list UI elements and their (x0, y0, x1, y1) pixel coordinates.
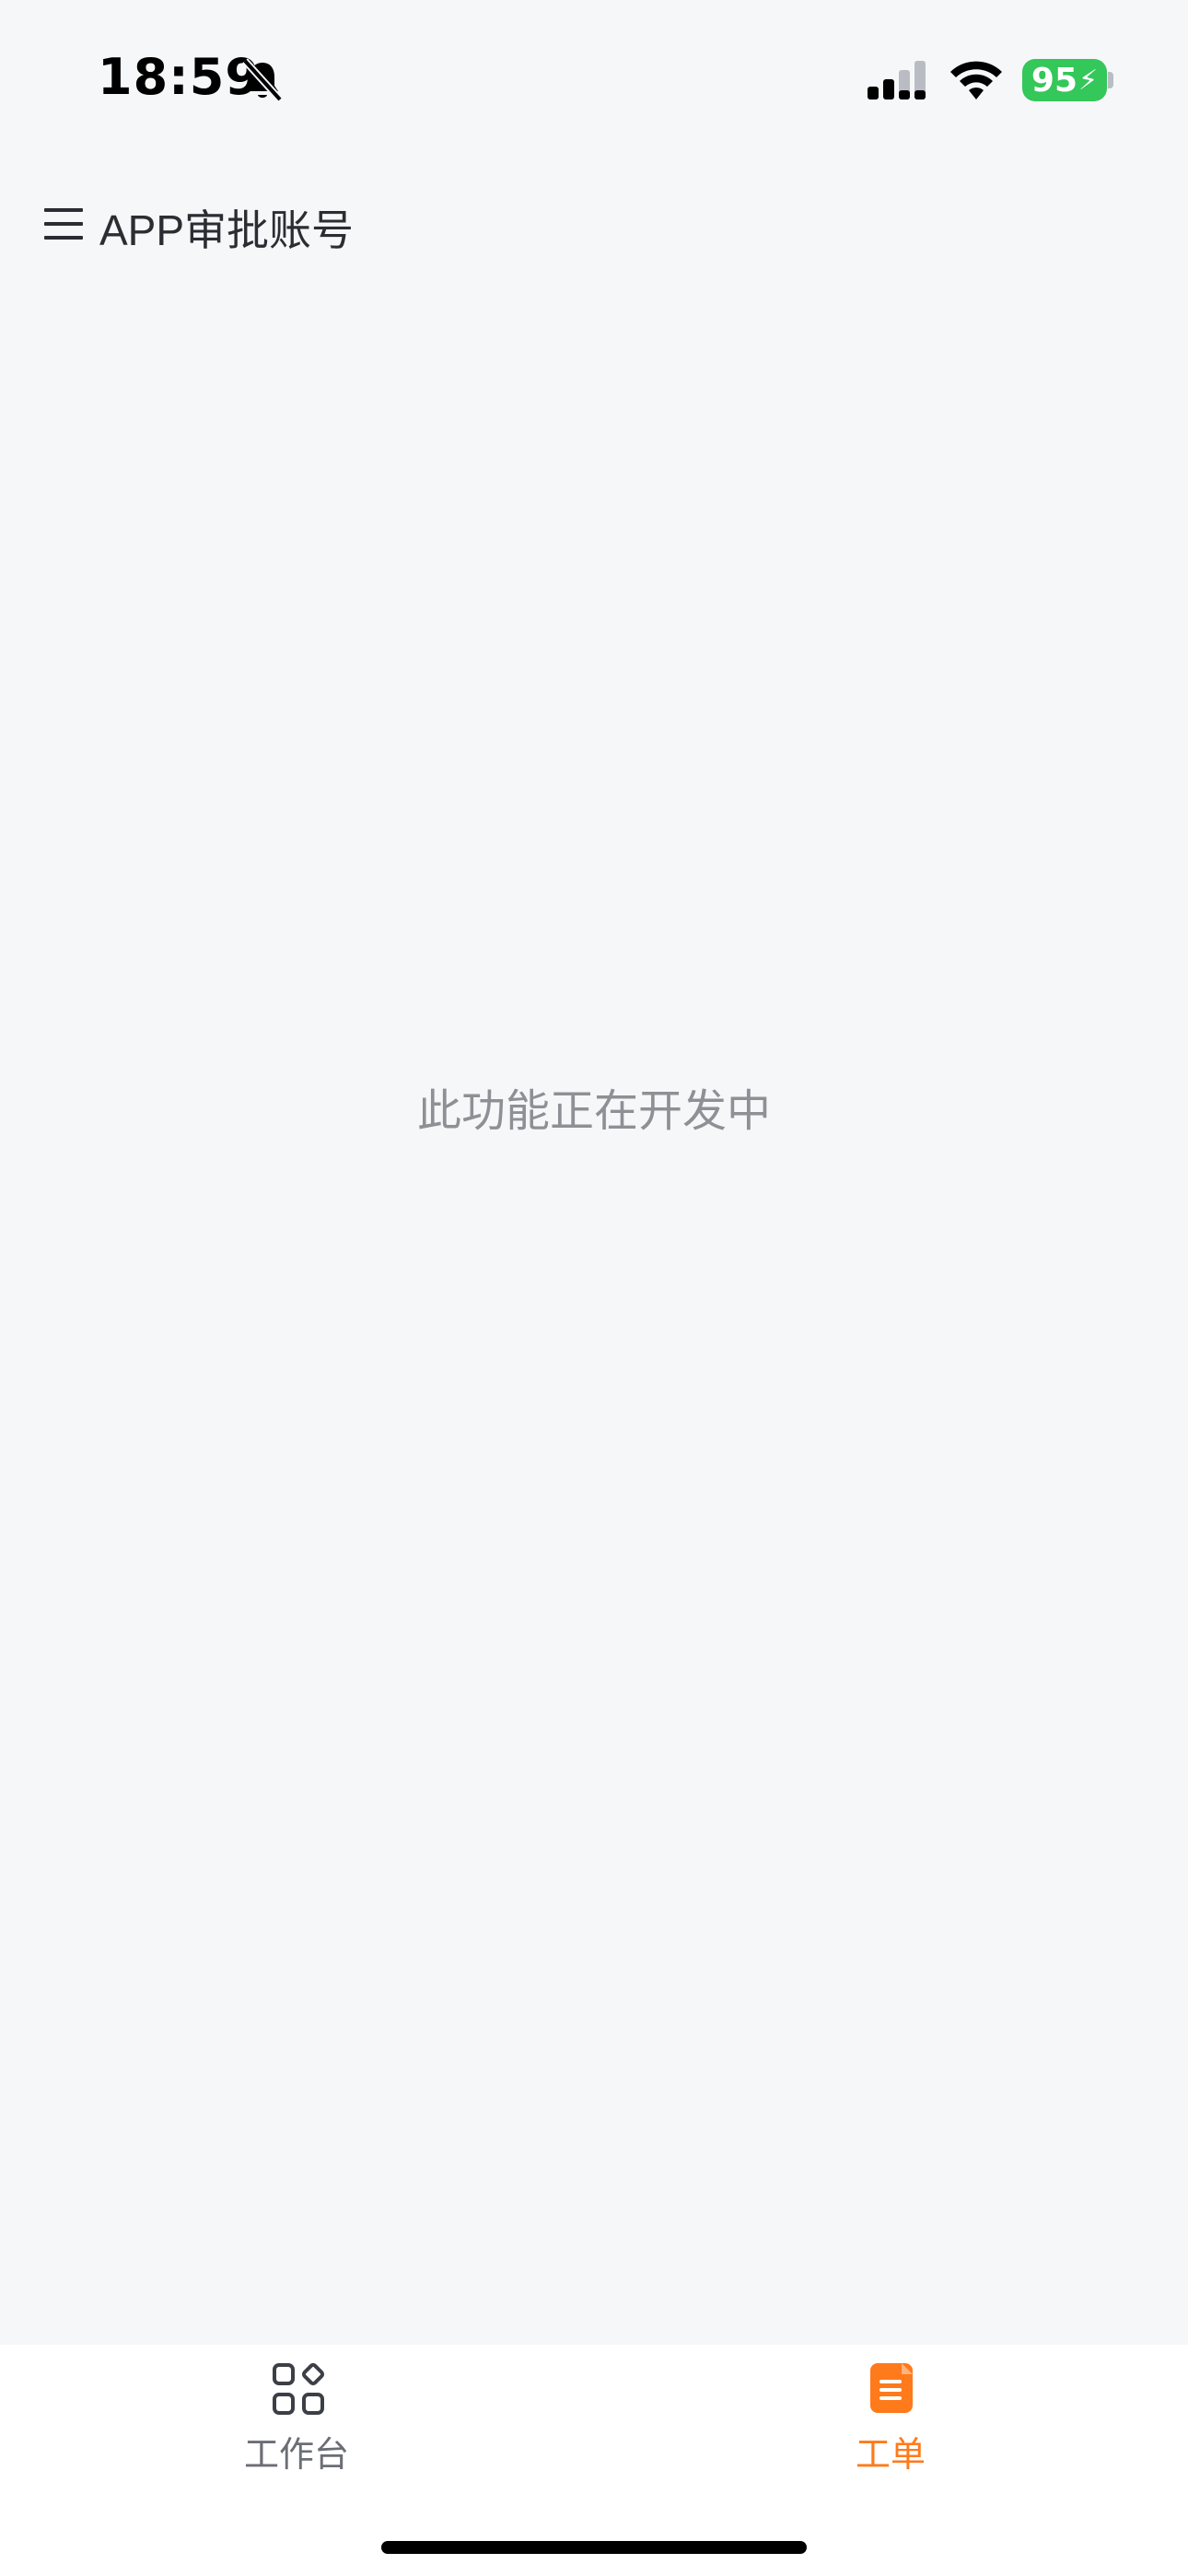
battery-charging-icon: 95 ⚡ (1022, 59, 1107, 101)
battery-cap (1108, 72, 1113, 88)
app-header: APP审批账号 (0, 175, 1188, 276)
bell-muted-icon (242, 58, 283, 102)
status-time: 18:59 (98, 48, 261, 106)
tab-workbench[interactable]: 工作台 (158, 2345, 435, 2483)
battery-level: 95 (1031, 61, 1078, 100)
page-title[interactable]: APP审批账号 (99, 197, 354, 258)
grid-icon (273, 2362, 325, 2415)
status-bar: 18:59 95 ⚡ (0, 0, 1188, 157)
tab-workorder[interactable]: 工单 (752, 2345, 1029, 2483)
home-indicator (381, 2541, 807, 2554)
charging-bolt-icon: ⚡ (1078, 64, 1099, 97)
tab-workorder-label: 工单 (855, 2434, 926, 2475)
menu-icon[interactable] (42, 205, 85, 243)
tab-workbench-label: 工作台 (243, 2434, 349, 2475)
document-icon (870, 2363, 913, 2413)
wifi-icon (950, 61, 1002, 100)
cellular-signal-icon (868, 61, 926, 100)
empty-state-message: 此功能正在开发中 (416, 1085, 771, 1137)
